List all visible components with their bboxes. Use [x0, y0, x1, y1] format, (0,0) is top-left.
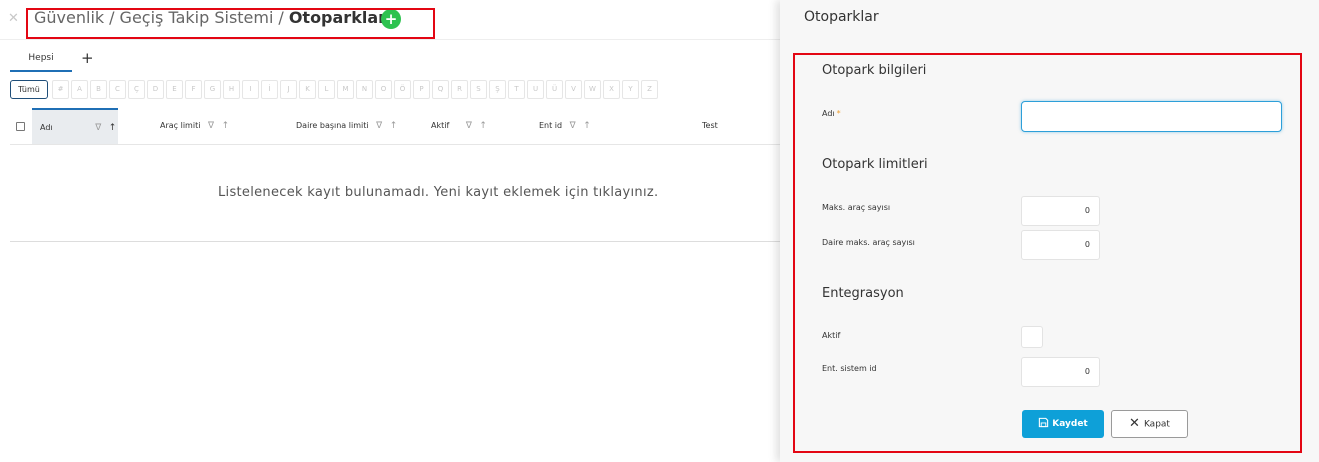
- alphabet-letter-button[interactable]: Ü: [546, 80, 563, 99]
- column-label: Adı: [40, 123, 53, 132]
- tab-bar: Hepsi +: [10, 48, 780, 72]
- filter-icon[interactable]: ∇: [95, 123, 101, 133]
- floppy-disk-icon: [1039, 417, 1049, 428]
- name-label-text: Adı: [822, 109, 835, 118]
- grid-divider: [10, 241, 780, 242]
- drawer-title: Otoparklar: [804, 9, 879, 25]
- max-vehicle-label: Maks. araç sayısı: [822, 203, 891, 212]
- name-input[interactable]: [1021, 101, 1282, 132]
- alphabet-letter-button[interactable]: W: [584, 80, 601, 99]
- filter-icon[interactable]: ∇: [208, 121, 214, 131]
- alphabet-letter-button[interactable]: #: [52, 80, 69, 99]
- arrow-up-icon[interactable]: ↑: [109, 123, 117, 133]
- empty-state-message[interactable]: Listelenecek kayıt bulunamadı. Yeni kayı…: [218, 185, 658, 200]
- save-button[interactable]: Kaydet: [1022, 410, 1104, 438]
- close-button-label: Kapat: [1143, 419, 1170, 430]
- alphabet-filter: Tümü # A B C Ç D E F G H I İ J K L M N O Ö P Q R S Ş T U Ü V W X Y Z: [10, 80, 770, 99]
- alphabet-letter-button[interactable]: O: [375, 80, 392, 99]
- close-icon[interactable]: ✕: [8, 11, 19, 26]
- grid-header: Adı ∇ ↑ Araç limiti ∇ ↑ Daire başına lim…: [10, 108, 780, 145]
- arrow-up-icon[interactable]: ↑: [583, 121, 591, 131]
- alphabet-letter-button[interactable]: E: [166, 80, 183, 99]
- filter-icon[interactable]: ∇: [570, 121, 576, 131]
- section-title-info: Otopark bilgileri: [822, 63, 927, 78]
- close-icon: ✕: [1129, 416, 1140, 431]
- add-tab-icon[interactable]: +: [81, 48, 94, 68]
- column-header-per-unit-limit[interactable]: Daire başına limiti ∇ ↑: [296, 108, 397, 144]
- alphabet-letter-button[interactable]: U: [527, 80, 544, 99]
- alphabet-letter-button[interactable]: Ş: [489, 80, 506, 99]
- active-checkbox[interactable]: [1021, 326, 1043, 348]
- alphabet-letter-button[interactable]: R: [451, 80, 468, 99]
- arrow-up-icon[interactable]: ↑: [479, 121, 487, 131]
- column-label: Ent id: [539, 121, 563, 130]
- alphabet-letter-button[interactable]: H: [223, 80, 240, 99]
- alphabet-letter-button[interactable]: I: [242, 80, 259, 99]
- max-vehicle-input[interactable]: 0: [1021, 196, 1100, 226]
- ent-system-id-input[interactable]: 0: [1021, 357, 1100, 387]
- parking-drawer: Otoparklar Otopark bilgileri Adı * Otopar…: [780, 0, 1319, 462]
- select-all-checkbox[interactable]: [16, 122, 25, 131]
- alphabet-letter-button[interactable]: L: [318, 80, 335, 99]
- alphabet-letter-button[interactable]: P: [413, 80, 430, 99]
- alphabet-letter-button[interactable]: J: [280, 80, 297, 99]
- alphabet-letter-button[interactable]: S: [470, 80, 487, 99]
- alphabet-letter-button[interactable]: F: [185, 80, 202, 99]
- column-header-ent-id[interactable]: Ent id ∇ ↑: [539, 108, 591, 144]
- active-label: Aktif: [822, 331, 841, 340]
- required-indicator: *: [836, 109, 841, 118]
- column-label: Aktif: [431, 121, 450, 130]
- section-title-limits: Otopark limitleri: [822, 157, 928, 172]
- column-header-test[interactable]: Test: [702, 108, 718, 144]
- alphabet-letter-button[interactable]: C: [109, 80, 126, 99]
- column-header-vehicle-limit[interactable]: Araç limiti ∇ ↑: [160, 108, 229, 144]
- alphabet-letter-button[interactable]: M: [337, 80, 354, 99]
- section-title-integration: Entegrasyon: [822, 286, 904, 301]
- alphabet-letter-button[interactable]: D: [147, 80, 164, 99]
- ent-system-id-label: Ent. sistem id: [822, 364, 877, 373]
- tab-all[interactable]: Hepsi: [10, 48, 72, 72]
- alphabet-letter-button[interactable]: G: [204, 80, 221, 99]
- alphabet-letter-button[interactable]: V: [565, 80, 582, 99]
- alphabet-letter-button[interactable]: Q: [432, 80, 449, 99]
- breadcrumb-bar: ✕ Güvenlik / Geçiş Takip Sistemi / Otoparkla…: [0, 0, 780, 40]
- close-button[interactable]: ✕ Kapat: [1111, 410, 1188, 438]
- unit-max-vehicle-input[interactable]: 0: [1021, 230, 1100, 260]
- alphabet-letter-button[interactable]: T: [508, 80, 525, 99]
- arrow-up-icon[interactable]: ↑: [390, 121, 398, 131]
- column-label: Daire başına limiti: [296, 121, 369, 130]
- highlight-box-breadcrumb: [26, 8, 435, 39]
- alphabet-letter-button[interactable]: Ö: [394, 80, 411, 99]
- column-label: Test: [702, 121, 718, 130]
- alphabet-letter-button[interactable]: B: [90, 80, 107, 99]
- alphabet-letters: # A B C Ç D E F G H I İ J K L M N O Ö P Q R S Ş T U Ü V W X Y Z: [52, 80, 658, 99]
- filter-icon[interactable]: ∇: [376, 121, 382, 131]
- filter-icon[interactable]: ∇: [466, 121, 472, 131]
- column-header-active[interactable]: Aktif ∇ ↑: [431, 108, 487, 144]
- arrow-up-icon[interactable]: ↑: [222, 121, 230, 131]
- page: ✕ Güvenlik / Geçiş Takip Sistemi / Otoparkla…: [0, 0, 1319, 462]
- save-button-label: Kaydet: [1052, 419, 1088, 429]
- alphabet-letter-button[interactable]: Ç: [128, 80, 145, 99]
- column-label: Araç limiti: [160, 121, 201, 130]
- name-label: Adı *: [822, 109, 841, 118]
- alphabet-letter-button[interactable]: Y: [622, 80, 639, 99]
- column-header-name[interactable]: Adı ∇ ↑: [32, 108, 118, 144]
- alphabet-letter-button[interactable]: X: [603, 80, 620, 99]
- alphabet-letter-button[interactable]: N: [356, 80, 373, 99]
- unit-max-vehicle-label: Daire maks. araç sayısı: [822, 238, 915, 247]
- alphabet-letter-button[interactable]: A: [71, 80, 88, 99]
- alphabet-letter-button[interactable]: Z: [641, 80, 658, 99]
- alphabet-letter-button[interactable]: K: [299, 80, 316, 99]
- alphabet-letter-button[interactable]: İ: [261, 80, 278, 99]
- alphabet-all-button[interactable]: Tümü: [10, 80, 48, 99]
